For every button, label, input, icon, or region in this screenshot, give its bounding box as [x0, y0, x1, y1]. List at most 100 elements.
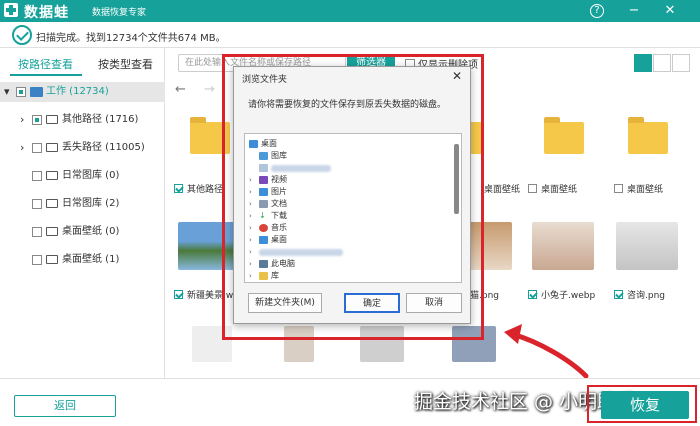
- folder-icon: [46, 171, 58, 180]
- tree-item-wallpaper-1[interactable]: 桌面壁纸 (1): [0, 250, 165, 270]
- tree-checkbox[interactable]: [32, 255, 42, 265]
- folder-icon: [628, 117, 668, 154]
- folder-tree-item-blurred[interactable]: [245, 162, 445, 174]
- folder-icon: [46, 227, 58, 236]
- tree-checkbox[interactable]: [16, 87, 26, 97]
- nav-forward-icon[interactable]: →: [204, 82, 215, 97]
- chevron-right-icon[interactable]: ›: [249, 198, 252, 210]
- folder-icon: [46, 115, 58, 124]
- grid-folder-item[interactable]: 桌面壁纸: [610, 108, 685, 198]
- folder-tree-item[interactable]: › 桌面: [245, 234, 445, 246]
- minimize-button[interactable]: −: [624, 2, 644, 20]
- video-icon: [259, 176, 268, 184]
- tree-item-label: 其他路径 (1716): [62, 114, 139, 125]
- folder-tree[interactable]: 桌面 图库 › 视频 › 图片 › 文档 › ↓ 下载 › 音乐 › 桌面 › › 此电脑 › 库: [244, 133, 462, 283]
- chevron-right-icon[interactable]: ›: [249, 210, 252, 222]
- chevron-right-icon[interactable]: ›: [249, 234, 252, 246]
- grid-image-item[interactable]: 咨询.png: [610, 212, 685, 302]
- tree-item-daily-gallery-2[interactable]: 日常图库 (2): [0, 194, 165, 214]
- tree-item-daily-gallery-0[interactable]: 日常图库 (0): [0, 166, 165, 186]
- gallery-icon: [259, 152, 268, 160]
- chevron-right-icon[interactable]: ›: [20, 138, 24, 158]
- grid-item-label: 咨询.png: [614, 288, 665, 301]
- item-checkbox[interactable]: [614, 184, 623, 193]
- scan-status-text: 扫描完成。找到12734个文件共674 MB。: [36, 33, 226, 44]
- highlight-frame: [587, 385, 697, 423]
- blurred-label: [259, 249, 343, 256]
- tree-checkbox[interactable]: [32, 227, 42, 237]
- folder-tree-item-blurred[interactable]: ›: [245, 246, 445, 258]
- library-icon: [259, 272, 268, 280]
- browse-folder-dialog: 浏览文件夹 ✕ 请你将需要恢复的文件保存到原丢失数据的磁盘。 桌面 图库 › 视频…: [233, 66, 471, 324]
- this-pc-icon: [259, 260, 268, 268]
- grid-item-label: 其他路径: [174, 182, 223, 195]
- help-icon[interactable]: ?: [590, 4, 604, 18]
- grid-view-icon[interactable]: [634, 54, 652, 72]
- tree-item-lost-path[interactable]: › 丢失路径 (11005): [0, 138, 165, 158]
- chevron-right-icon[interactable]: ›: [249, 186, 252, 198]
- folder-tree-item[interactable]: › ↓ 下载: [245, 210, 445, 222]
- grid-folder-item[interactable]: 桌面壁纸: [526, 108, 601, 198]
- item-checkbox[interactable]: [614, 290, 623, 299]
- folder-tree-item[interactable]: 图库: [245, 150, 445, 162]
- chevron-right-icon[interactable]: ›: [249, 246, 252, 258]
- folder-tree-item[interactable]: › 文档: [245, 198, 445, 210]
- grid-image-item[interactable]: 小兔子.webp: [526, 212, 601, 302]
- back-button[interactable]: 返回: [14, 395, 116, 417]
- folder-tree-item[interactable]: 桌面: [245, 138, 445, 150]
- item-checkbox[interactable]: [528, 184, 537, 193]
- dialog-title: 浏览文件夹: [242, 75, 288, 85]
- tree-item-wallpaper-0[interactable]: 桌面壁纸 (0): [0, 222, 165, 242]
- new-folder-button[interactable]: 新建文件夹(M): [248, 293, 322, 313]
- tree-item-label: 日常图库 (2): [62, 198, 120, 209]
- chevron-right-icon[interactable]: ›: [249, 222, 252, 234]
- chevron-right-icon[interactable]: ›: [249, 174, 252, 186]
- folder-tree-item[interactable]: › 图片: [245, 186, 445, 198]
- item-checkbox[interactable]: [528, 290, 537, 299]
- image-thumbnail: [532, 222, 594, 270]
- folder-icon: [46, 199, 58, 208]
- title-bar: 数据蛙 数据恢复专家 ? − ✕: [0, 0, 700, 22]
- chevron-right-icon[interactable]: ›: [249, 258, 252, 270]
- grid-item-label: 小兔子.webp: [528, 288, 595, 301]
- folder-tree-item[interactable]: › 音乐: [245, 222, 445, 234]
- desktop-icon: [259, 236, 268, 244]
- dialog-message: 请你将需要恢复的文件保存到原丢失数据的磁盘。: [248, 100, 447, 110]
- tree-checkbox[interactable]: [32, 171, 42, 181]
- dialog-close-icon[interactable]: ✕: [452, 69, 462, 83]
- desktop-icon: [249, 140, 258, 148]
- app-subtitle: 数据恢复专家: [92, 8, 147, 18]
- nav-back-icon[interactable]: ←: [175, 82, 186, 97]
- folder-tree-item[interactable]: › 库: [245, 270, 445, 282]
- folder-tree-item[interactable]: › 视频: [245, 174, 445, 186]
- active-tab-indicator: [10, 74, 82, 76]
- list-view-icon[interactable]: [653, 54, 671, 72]
- folder-icon: [46, 143, 58, 152]
- folder-icon: [46, 255, 58, 264]
- tree-checkbox[interactable]: [32, 115, 42, 125]
- folder-icon: [544, 117, 584, 154]
- close-button[interactable]: ✕: [660, 2, 680, 20]
- item-checkbox[interactable]: [174, 184, 183, 193]
- ok-button[interactable]: 确定: [344, 293, 400, 313]
- cancel-button[interactable]: 取消: [406, 293, 462, 313]
- folder-tree-item[interactable]: › 此电脑: [245, 258, 445, 270]
- documents-icon: [259, 200, 268, 208]
- left-pane: 按路径查看 按类型查看 ▾ 工作 (12734) › 其他路径 (1716) ›…: [0, 48, 165, 378]
- tree-checkbox[interactable]: [32, 143, 42, 153]
- chevron-right-icon[interactable]: ›: [20, 110, 24, 130]
- grid-item-label: 桌面壁纸: [528, 182, 577, 195]
- download-icon: ↓: [259, 211, 266, 220]
- tree-item-label: 丢失路径 (11005): [62, 142, 145, 153]
- tree-item-work[interactable]: ▾ 工作 (12734): [0, 82, 165, 102]
- item-checkbox[interactable]: [174, 290, 183, 299]
- chevron-down-icon[interactable]: ▾: [4, 82, 10, 102]
- tab-by-type[interactable]: 按类型查看: [98, 56, 153, 72]
- folder-tree-scrollbar[interactable]: [454, 144, 459, 214]
- pictures-icon: [259, 188, 268, 196]
- tree-item-other-path[interactable]: › 其他路径 (1716): [0, 110, 165, 130]
- chevron-right-icon[interactable]: ›: [249, 270, 252, 282]
- tree-checkbox[interactable]: [32, 199, 42, 209]
- tab-by-path[interactable]: 按路径查看: [18, 56, 73, 72]
- detail-view-icon[interactable]: [672, 54, 690, 72]
